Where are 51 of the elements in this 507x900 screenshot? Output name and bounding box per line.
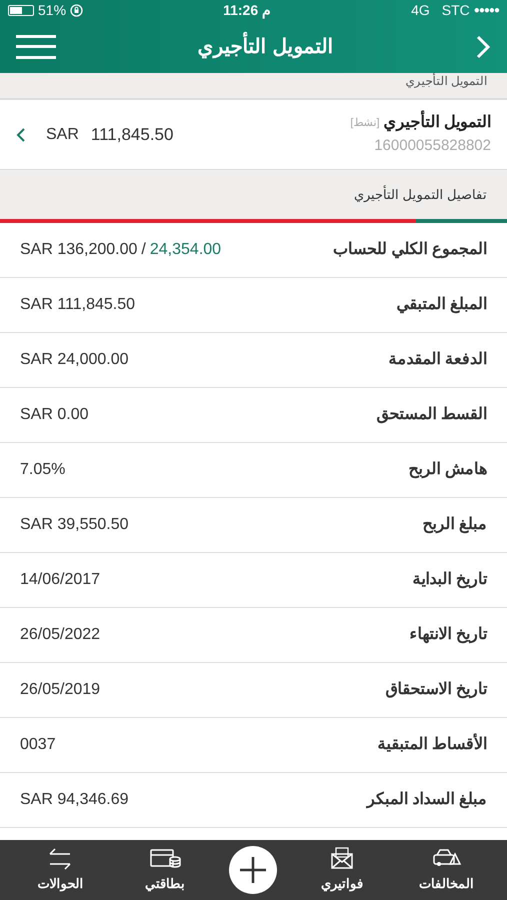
tab-item[interactable]: فواتيري: [302, 846, 382, 894]
tab-label: المخالفات: [419, 875, 474, 894]
field-value: 14/06/2017: [20, 570, 100, 590]
field-value: SAR 0.00: [20, 405, 88, 425]
total-value: SAR 136,200.00: [20, 240, 138, 260]
field-label: مبلغ السداد المبكر: [367, 790, 487, 810]
field-label: تاريخ الانتهاء: [410, 625, 487, 646]
field-value: SAR 24,000.00: [20, 350, 129, 370]
field-value: 0037: [20, 735, 56, 755]
tab-label: الحوالات: [37, 875, 84, 894]
tab-label: بطاقتي: [144, 875, 185, 894]
field-label: مبلغ الربح: [422, 515, 487, 536]
tab-label: فواتيري: [321, 875, 364, 894]
separator: /: [141, 240, 146, 260]
field-label: المبلغ المتبقي: [396, 295, 487, 316]
field-label: الأقساط المتبقية: [378, 733, 487, 757]
chevron-right-icon[interactable]: [475, 34, 491, 60]
field-value: 26/05/2019: [20, 680, 100, 700]
battery-percent: 51%: [38, 0, 66, 20]
signal-strength: ●●●●●: [474, 4, 499, 18]
paid-value: 24,354.00: [150, 240, 222, 260]
section-title: تفاصيل التمويل التأجيري: [354, 184, 487, 204]
field-label: المجموع الكلي للحساب: [333, 240, 487, 260]
field-label: هامش الربح: [408, 460, 487, 480]
field-value: SAR 94,346.69: [20, 790, 129, 810]
field-label: تاريخ الاستحقاق: [386, 680, 487, 700]
carrier-name: STC: [442, 0, 470, 20]
field-value: SAR 111,845.50: [20, 295, 136, 315]
tab-item[interactable]: الحوالات: [20, 846, 100, 894]
tab-item[interactable]: المخالفات: [406, 846, 487, 894]
battery-icon: [8, 4, 34, 16]
add-button[interactable]: [229, 846, 278, 894]
status-time: 11:26 م: [223, 0, 272, 20]
network-type: 4G: [411, 0, 430, 20]
field-value: 7.05%: [20, 460, 66, 480]
field-label: تاريخ البداية: [412, 570, 487, 590]
rotation-lock-icon: [70, 4, 84, 16]
currency-label: SAR: [46, 124, 79, 144]
field-label: القسط المستحق: [376, 405, 487, 426]
account-number: 16000055828802: [374, 136, 491, 156]
status-label: [نشط]: [350, 116, 380, 131]
tab-item[interactable]: بطاقتي: [124, 846, 205, 894]
account-name: التمويل التأجيري: [384, 111, 491, 136]
field-value: 26/05/2022: [20, 625, 100, 645]
breadcrumb-label: التمويل التأجيري: [406, 73, 487, 89]
field-label: الدفعة المقدمة: [388, 350, 487, 370]
page-title: التمويل التأجيري: [198, 32, 334, 62]
chevron-left-icon: [16, 126, 26, 142]
field-value: SAR 39,550.50: [20, 515, 129, 535]
account-balance: 111,845.50: [90, 124, 174, 146]
plus-icon: [238, 855, 268, 885]
